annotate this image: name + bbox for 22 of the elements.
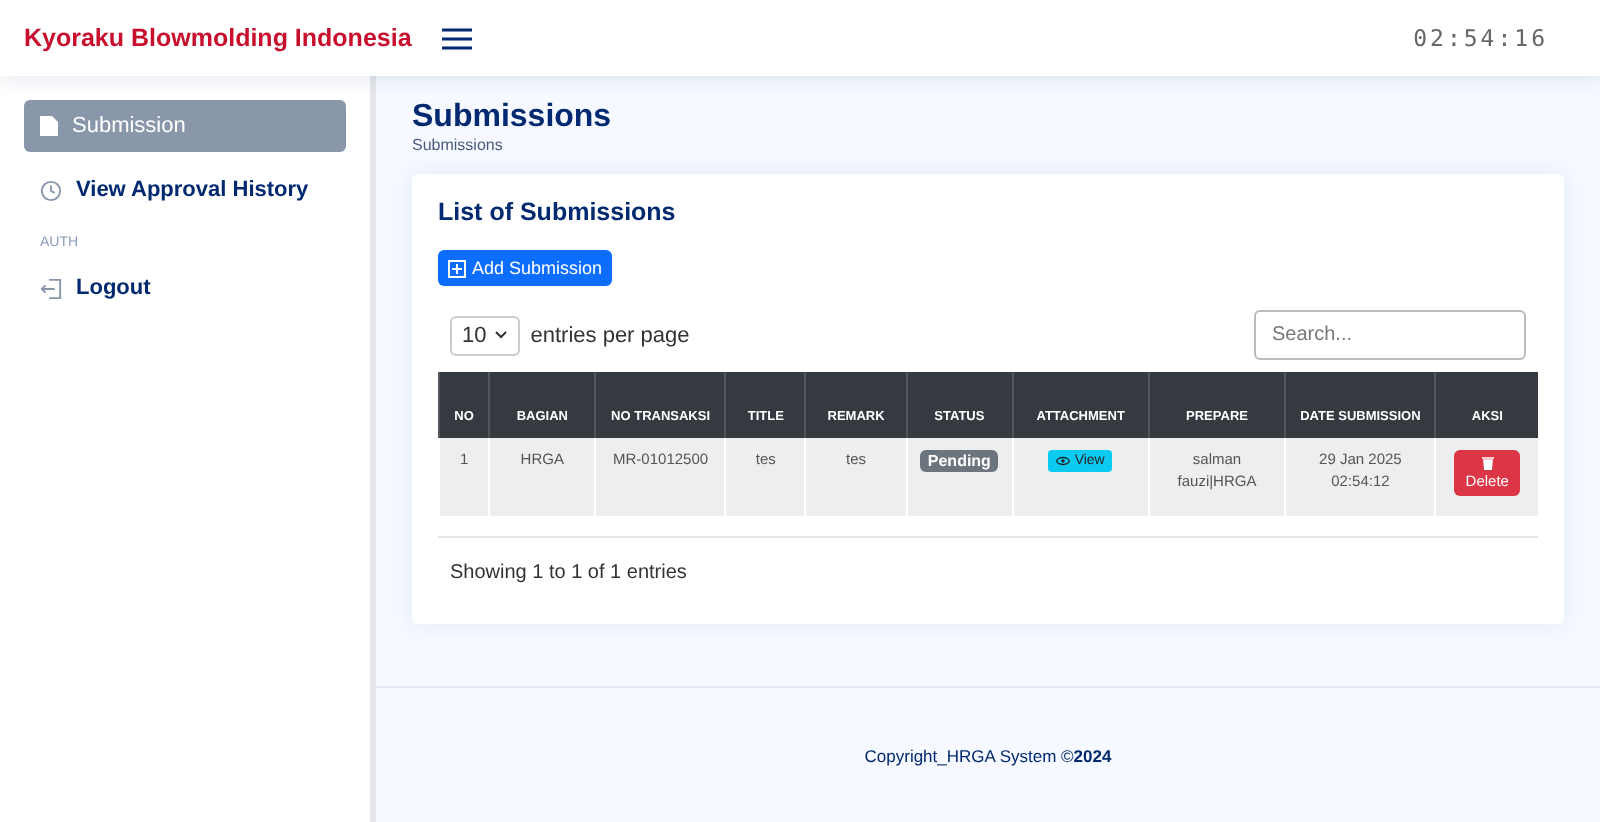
logout-icon [40,277,62,299]
add-submission-button[interactable]: Add Submission [438,250,613,286]
card-title: List of Submissions [438,198,678,226]
file-icon [40,116,58,136]
plus-box-icon [448,259,466,277]
caret-icon [494,330,509,340]
breadcrumb[interactable]: Submissions [412,136,1564,154]
eye-icon [1056,456,1071,466]
page-size-select[interactable]: 10 [450,315,521,355]
menu-icon[interactable] [441,27,472,49]
footer-text: Copyright_HRGA System ©2024 [864,745,1112,765]
sidebar-item[interactable]: Logout [24,262,346,314]
trash-icon [1481,456,1494,470]
clock-text: 02:54:16 [1413,24,1550,52]
search-field[interactable]: Search... [1254,310,1526,360]
status-badge: Pending [919,450,999,472]
sidebar-item[interactable]: View Approval History [24,164,346,216]
page-size-label: entries per page [530,323,690,347]
clock-icon [40,179,62,201]
table-info: Showing 1 to 1 of 1 entries [438,536,1538,584]
brand-name: Kyoraku Blowmolding Indonesia [24,24,412,52]
page-title: Submissions [412,100,614,136]
